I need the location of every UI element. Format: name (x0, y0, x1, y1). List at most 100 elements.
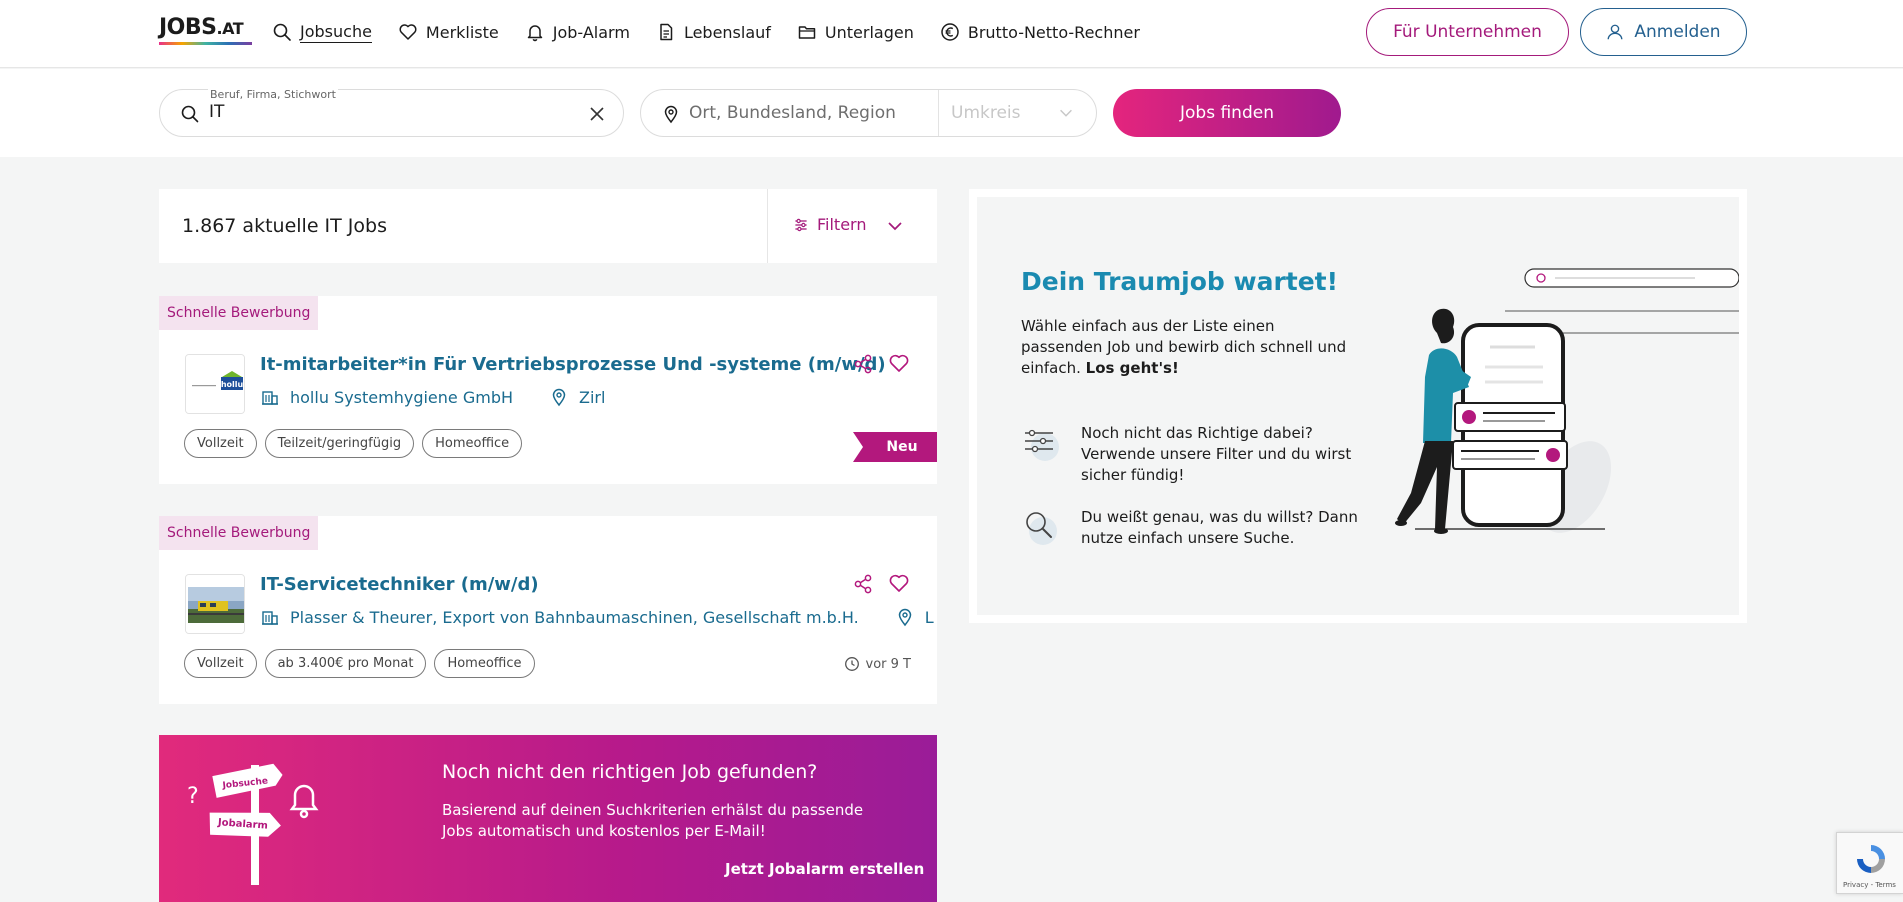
quick-apply-badge: Schnelle Bewerbung (159, 296, 319, 330)
chevron-down-icon[interactable] (885, 216, 905, 236)
job-tag: Homeoffice (434, 649, 535, 678)
filter-sliders-icon (1025, 429, 1059, 461)
keyword-input-value[interactable]: IT (209, 102, 224, 122)
job-tag: ab 3.400€ pro Monat (264, 649, 427, 678)
filter-button[interactable]: Filtern (793, 215, 866, 234)
filter-label: Filtern (817, 215, 867, 234)
nav-label: Unterlagen (824, 22, 914, 42)
company-logo[interactable] (185, 574, 245, 634)
job-location: Zirl (579, 387, 606, 407)
nav-item-job-alarm[interactable]: Job-Alarm (525, 20, 630, 44)
share-icon[interactable] (852, 353, 874, 375)
promo-panel: Dein Traumjob wartet! Wähle einfach aus … (969, 189, 1747, 623)
location-pin-icon (664, 105, 678, 124)
heart-icon[interactable] (888, 572, 910, 594)
logo-color-bar (159, 42, 252, 45)
nav-item-unterlagen[interactable]: Unterlagen (797, 20, 914, 44)
folder-icon (798, 26, 816, 39)
company-logo[interactable]: hollu (185, 354, 245, 414)
posted-date: vor 9 T (844, 656, 911, 672)
radius-select[interactable]: Umkreis (951, 103, 1021, 123)
job-meta: hollu Systemhygiene GmbH Zirl (260, 387, 605, 407)
new-badge: Neu (853, 432, 937, 462)
nav-item-jobsuche[interactable]: Jobsuche (272, 20, 372, 44)
recaptcha-badge[interactable]: Privacy - Terms (1836, 832, 1903, 894)
job-tags: Vollzeit ab 3.400€ pro Monat Homeoffice (184, 649, 535, 678)
results-divider (767, 189, 768, 263)
job-title-link[interactable]: IT-Servicetechniker (m/w/d) (260, 574, 539, 595)
job-meta: Plasser & Theurer, Export von Bahnbaumas… (260, 607, 934, 627)
chevron-down-icon[interactable] (1057, 104, 1075, 122)
nav-label: Brutto-Netto-Rechner (967, 22, 1140, 42)
login-label: Anmelden (1634, 22, 1721, 42)
company-name[interactable]: hollu Systemhygiene GmbH (290, 388, 513, 407)
job-card[interactable]: Schnelle Bewerbung hollu It-mitarbeiter*… (159, 296, 937, 484)
search-icon (181, 105, 199, 123)
user-icon (1607, 24, 1623, 40)
signpost-illustration: Jobsuche Jobalarm ? (187, 763, 319, 885)
jobalarm-title: Noch nicht den richtigen Job gefunden? (442, 761, 818, 783)
euro-icon (941, 23, 959, 41)
nav-item-merkliste[interactable]: Merkliste (398, 20, 499, 44)
login-button[interactable]: Anmelden (1580, 8, 1747, 56)
question-mark-glyph: ? (187, 784, 199, 809)
heart-icon[interactable] (888, 352, 910, 374)
logo-main-text: JOBS (159, 15, 217, 40)
job-tag: Teilzeit/geringfügig (264, 429, 415, 458)
tip-search-text: Du weißt genau, was du willst? Dann nutz… (1081, 508, 1358, 547)
results-count: 1.867 aktuelle IT Jobs (182, 215, 387, 237)
share-icon[interactable] (852, 573, 874, 595)
jobs-at-logo[interactable]: JOBS.AT (159, 15, 252, 47)
woman-phone-illustration (1395, 268, 1739, 534)
promo-title: Dein Traumjob wartet! (1021, 267, 1339, 296)
building-icon (262, 391, 278, 405)
location-input-placeholder[interactable]: Ort, Bundesland, Region (689, 103, 896, 123)
find-jobs-button[interactable]: Jobs finden (1113, 89, 1341, 137)
nav-label: Jobsuche (300, 21, 372, 43)
search-icon (273, 23, 291, 41)
tip-filter: Noch nicht das Richtige dabei? Verwende … (1021, 423, 1361, 486)
magnifier-icon (1026, 512, 1057, 545)
location-pin-icon (552, 388, 566, 407)
clock-icon (844, 657, 859, 671)
tip-search: Du weißt genau, was du willst? Dann nutz… (1021, 507, 1361, 549)
keyword-search-field[interactable]: Beruf, Firma, Stichwort IT (159, 88, 624, 137)
job-tags: Vollzeit Teilzeit/geringfügig Homeoffice (184, 429, 523, 458)
bell-icon (527, 25, 543, 42)
top-header: JOBS.AT Jobsuche Merkliste Job-Alarm Leb… (0, 0, 1903, 68)
promo-inner: Dein Traumjob wartet! Wähle einfach aus … (977, 197, 1739, 615)
nav-item-brutto-netto[interactable]: Brutto-Netto-Rechner (940, 20, 1140, 44)
main-nav: Jobsuche Merkliste Job-Alarm Lebenslauf … (272, 20, 1166, 44)
document-icon (660, 23, 673, 41)
nav-label: Merkliste (425, 22, 499, 42)
quick-apply-badge: Schnelle Bewerbung (159, 516, 319, 550)
search-bar: Beruf, Firma, Stichwort IT Ort, Bundesla… (0, 69, 1903, 157)
job-card[interactable]: Schnelle Bewerbung IT-Servicetechniker (… (159, 516, 937, 704)
job-location: L (924, 607, 934, 627)
posted-text: vor 9 T (865, 656, 911, 672)
job-tag: Vollzeit (184, 649, 257, 678)
sliders-icon (795, 218, 807, 231)
recaptcha-terms[interactable]: Privacy - Terms (1843, 881, 1896, 889)
location-search-field[interactable]: Ort, Bundesland, Region Umkreis (640, 89, 1097, 137)
promo-text-bold: Los geht's! (1085, 359, 1179, 377)
nav-item-lebenslauf[interactable]: Lebenslauf (656, 20, 771, 44)
promo-text-main: Wähle einfach aus der Liste einen passen… (1021, 317, 1347, 377)
recaptcha-logo-icon (1857, 845, 1885, 873)
company-name[interactable]: Plasser & Theurer, Export von Bahnbaumas… (290, 608, 859, 627)
close-icon[interactable] (587, 104, 607, 124)
job-tag: Vollzeit (184, 429, 257, 458)
find-jobs-label: Jobs finden (1180, 103, 1274, 123)
results-header: 1.867 aktuelle IT Jobs Filtern (159, 189, 937, 263)
field-divider (938, 90, 939, 136)
job-title-link[interactable]: It-mitarbeiter*in Für Vertriebsprozesse … (260, 354, 886, 375)
jobalarm-text: Basierend auf deinen Suchkriterien erhäl… (442, 801, 864, 840)
create-jobalarm-link[interactable]: Jetzt Jobalarm erstellen (725, 860, 924, 878)
for-companies-label: Für Unternehmen (1393, 22, 1542, 42)
job-tag: Homeoffice (422, 429, 523, 458)
for-companies-button[interactable]: Für Unternehmen (1366, 8, 1569, 56)
jobalarm-banner: Jobsuche Jobalarm ? Noch nicht den richt… (159, 735, 937, 902)
nav-label: Job-Alarm (552, 22, 630, 42)
promo-text: Wähle einfach aus der Liste einen passen… (1021, 316, 1351, 379)
tip-filter-text: Noch nicht das Richtige dabei? Verwende … (1081, 424, 1352, 484)
